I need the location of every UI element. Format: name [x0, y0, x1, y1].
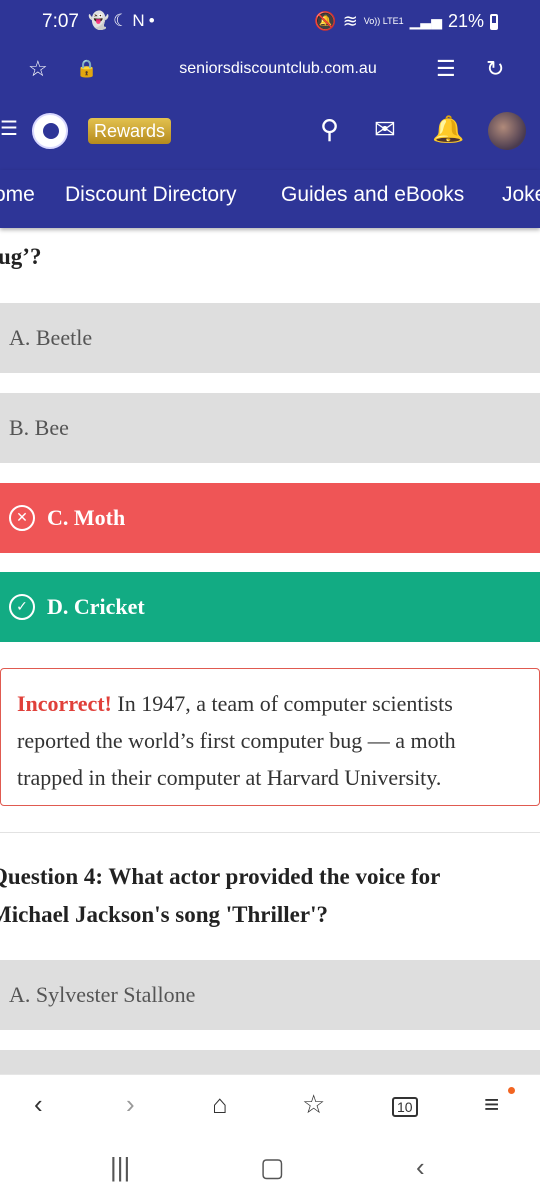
forward-icon[interactable]: ›: [126, 1089, 135, 1120]
status-time: 7:07: [42, 11, 79, 32]
question-3-tail: ug’?: [0, 244, 42, 269]
search-icon[interactable]: ⚲: [320, 115, 339, 143]
site-menu: ome Discount Directory Guides and eBooks…: [0, 170, 540, 228]
recent-apps-icon[interactable]: |||: [110, 1152, 130, 1183]
q3-option-d[interactable]: ✓ D. Cricket: [0, 572, 540, 642]
q4-option-a[interactable]: A. Sylvester Stallone: [0, 960, 540, 1030]
q4-option-b[interactable]: [0, 1050, 540, 1074]
battery-percent: 21%: [447, 11, 484, 31]
site-logo[interactable]: [32, 113, 68, 149]
moon-icon: ☾: [113, 11, 133, 30]
feedback-line-1: In 1947, a team of computer scientists: [117, 691, 453, 716]
reload-icon[interactable]: ↻: [486, 56, 504, 82]
bell-icon[interactable]: 🔔: [432, 115, 464, 143]
system-nav-bar: ||| ▢ ‹: [0, 1136, 540, 1200]
divider: [0, 832, 540, 833]
dot-icon: •: [148, 11, 159, 30]
mute-icon: 🔕: [314, 11, 337, 31]
menu-item-home[interactable]: ome: [0, 183, 35, 207]
n-icon: N: [132, 11, 149, 30]
site-header: ☰ Rewards ⚲ ✉ 🔔: [0, 96, 540, 170]
rewards-button[interactable]: Rewards: [88, 118, 172, 144]
notification-dot-icon: [508, 1087, 515, 1094]
browser-toolbar: ‹ › ⌂ ☆ 10 ≡: [0, 1074, 540, 1137]
hamburger-menu-icon[interactable]: ☰: [0, 115, 18, 143]
volte-label: Vo)) LTE1: [363, 16, 404, 26]
feedback-label: Incorrect!: [17, 691, 112, 716]
signal-icon: ▁▃▅: [409, 13, 442, 29]
menu-icon[interactable]: ≡: [484, 1089, 499, 1120]
q3-option-a[interactable]: A. Beetle: [0, 303, 540, 373]
battery-icon: [490, 13, 498, 30]
feedback-line-2: reported the world’s first computer bug …: [17, 728, 456, 753]
wifi-icon: ≋: [342, 11, 358, 31]
status-right: 🔕 ≋ Vo)) LTE1 ▁▃▅ 21%: [314, 11, 498, 32]
tabs-button[interactable]: 10: [392, 1097, 418, 1117]
q3-option-c[interactable]: ✕ C. Moth: [0, 483, 540, 553]
snapchat-icon: 👻: [88, 11, 114, 30]
answer-feedback: Incorrect! In 1947, a team of computer s…: [0, 668, 540, 806]
home-icon[interactable]: ⌂: [212, 1089, 228, 1120]
question-4-line-2: Michael Jackson's song 'Thriller'?: [0, 902, 328, 927]
feedback-line-3: trapped in their computer at Harvard Uni…: [17, 765, 442, 790]
system-back-icon[interactable]: ‹: [416, 1152, 425, 1183]
url-bar: ☆ 🔒 seniorsdiscountclub.com.au ☰ ↻: [0, 46, 540, 96]
question-4-line-1: Question 4: What actor provided the voic…: [0, 864, 441, 889]
status-left-icons: 👻☾N•: [88, 11, 159, 31]
reader-mode-icon[interactable]: ☰: [436, 56, 456, 82]
mail-icon[interactable]: ✉: [374, 115, 396, 143]
bookmarks-icon[interactable]: ☆: [302, 1089, 325, 1120]
q3-option-c-label: C. Moth: [47, 505, 126, 530]
menu-item-guides[interactable]: Guides and eBooks: [281, 183, 464, 207]
x-circle-icon: ✕: [9, 504, 35, 531]
status-bar: 7:07 👻☾N• 🔕 ≋ Vo)) LTE1 ▁▃▅ 21%: [0, 0, 540, 46]
back-icon[interactable]: ‹: [34, 1089, 43, 1120]
q3-option-d-label: D. Cricket: [47, 594, 145, 619]
menu-item-jokes[interactable]: Joke: [502, 183, 540, 207]
q3-option-b[interactable]: B. Bee: [0, 393, 540, 463]
avatar[interactable]: [488, 112, 526, 150]
quiz-content: ug’? A. Beetle B. Bee ✕ C. Moth ✓ D. Crick…: [0, 228, 540, 1074]
home-button-icon[interactable]: ▢: [260, 1152, 285, 1183]
url-text[interactable]: seniorsdiscountclub.com.au: [0, 60, 540, 78]
check-circle-icon: ✓: [9, 593, 35, 620]
menu-item-discount-directory[interactable]: Discount Directory: [65, 183, 237, 207]
